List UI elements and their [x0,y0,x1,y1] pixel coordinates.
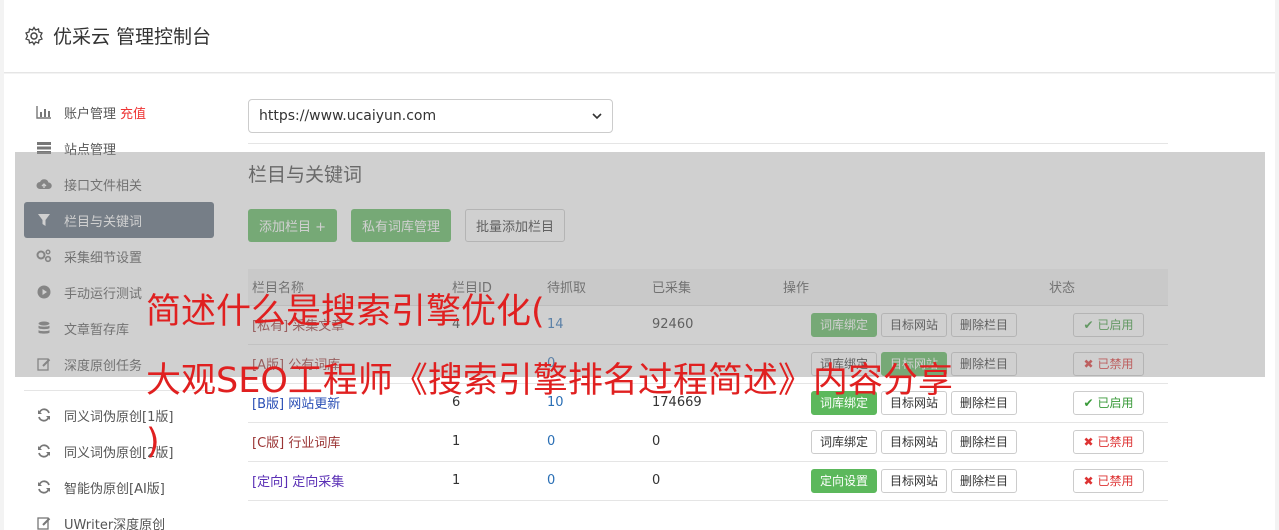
overlay-headline-line1: 简述什么是搜索引擎优化( [146,292,545,332]
status-badge[interactable]: ✖ 已禁用 [1072,429,1145,454]
recharge-link[interactable]: 充值 [120,103,146,122]
chevron-down-icon [592,112,602,119]
sidebar-item-label: UWriter深度原创 [64,517,166,530]
sidebar-item-synonym-v2[interactable]: 同义词伪原创[2版] [24,433,214,469]
sidebar-item-ai-original[interactable]: 智能伪原创[AI版] [24,469,214,505]
gear-icon [25,25,43,46]
row-name[interactable]: 定向采集 [292,475,344,490]
overlay-headline-line3: ) [146,422,160,462]
status-text: 已禁用 [1097,473,1134,488]
overlay-headline-line2: 大观SEO工程师《搜索引擎排名过程简述》内容分享 [146,361,953,401]
site-select-value: https://www.ucaiyun.com [259,108,437,124]
sidebar-item-account[interactable]: 账户管理 充值 [24,94,214,130]
target-site-button[interactable]: 目标网站 [880,429,947,454]
status-text: 已启用 [1097,395,1134,410]
status-badge[interactable]: ✔ 已启用 [1072,390,1145,415]
row-name[interactable]: 行业词库 [288,436,340,451]
row-done: 0 [648,422,783,462]
directed-settings-button[interactable]: 定向设置 [810,468,877,493]
divider [248,143,1168,144]
app-header: 优采云 管理控制台 [4,0,1275,73]
sidebar-item-label: 账户管理 [64,106,117,122]
delete-column-button[interactable]: 删除栏目 [951,390,1018,415]
sidebar-item-uwriter[interactable]: UWriter深度原创 [24,505,214,530]
edit-icon [36,515,52,530]
target-site-button[interactable]: 目标网站 [880,468,947,493]
gray-overlay [15,152,1265,377]
table-row: [C版] 行业词库 1 0 0 词库绑定 目标网站 删除栏目 ✖ 已禁用 [248,422,1168,462]
delete-column-button[interactable]: 删除栏目 [951,429,1018,454]
page-title: 优采云 管理控制台 [53,26,212,48]
row-tag: [C版] [252,436,285,451]
close-icon: ✖ [1083,473,1094,488]
row-tag: [定向] [252,475,289,490]
table-row: [定向] 定向采集 1 0 0 定向设置 目标网站 删除栏目 ✖ 已禁用 [248,461,1168,501]
sidebar-item-synonym-v1[interactable]: 同义词伪原创[1版] [24,397,214,433]
close-icon: ✖ [1083,434,1094,449]
refresh-icon [36,479,52,495]
bind-lib-button[interactable]: 词库绑定 [810,429,877,454]
header-title-wrap: 优采云 管理控制台 [24,22,211,49]
status-text: 已禁用 [1097,434,1134,449]
refresh-icon [36,407,52,423]
check-icon: ✔ [1083,395,1094,410]
row-done: 0 [648,461,783,501]
row-pending[interactable]: 0 [543,461,648,501]
bar-chart-icon [36,104,52,120]
row-id: 1 [448,461,543,501]
sidebar-item-label: 智能伪原创[AI版] [64,481,165,497]
row-pending[interactable]: 0 [543,422,648,462]
row-id: 1 [448,422,543,462]
site-select[interactable]: https://www.ucaiyun.com [248,99,613,133]
status-badge[interactable]: ✖ 已禁用 [1072,468,1145,493]
refresh-icon [36,443,52,459]
delete-column-button[interactable]: 删除栏目 [951,468,1018,493]
